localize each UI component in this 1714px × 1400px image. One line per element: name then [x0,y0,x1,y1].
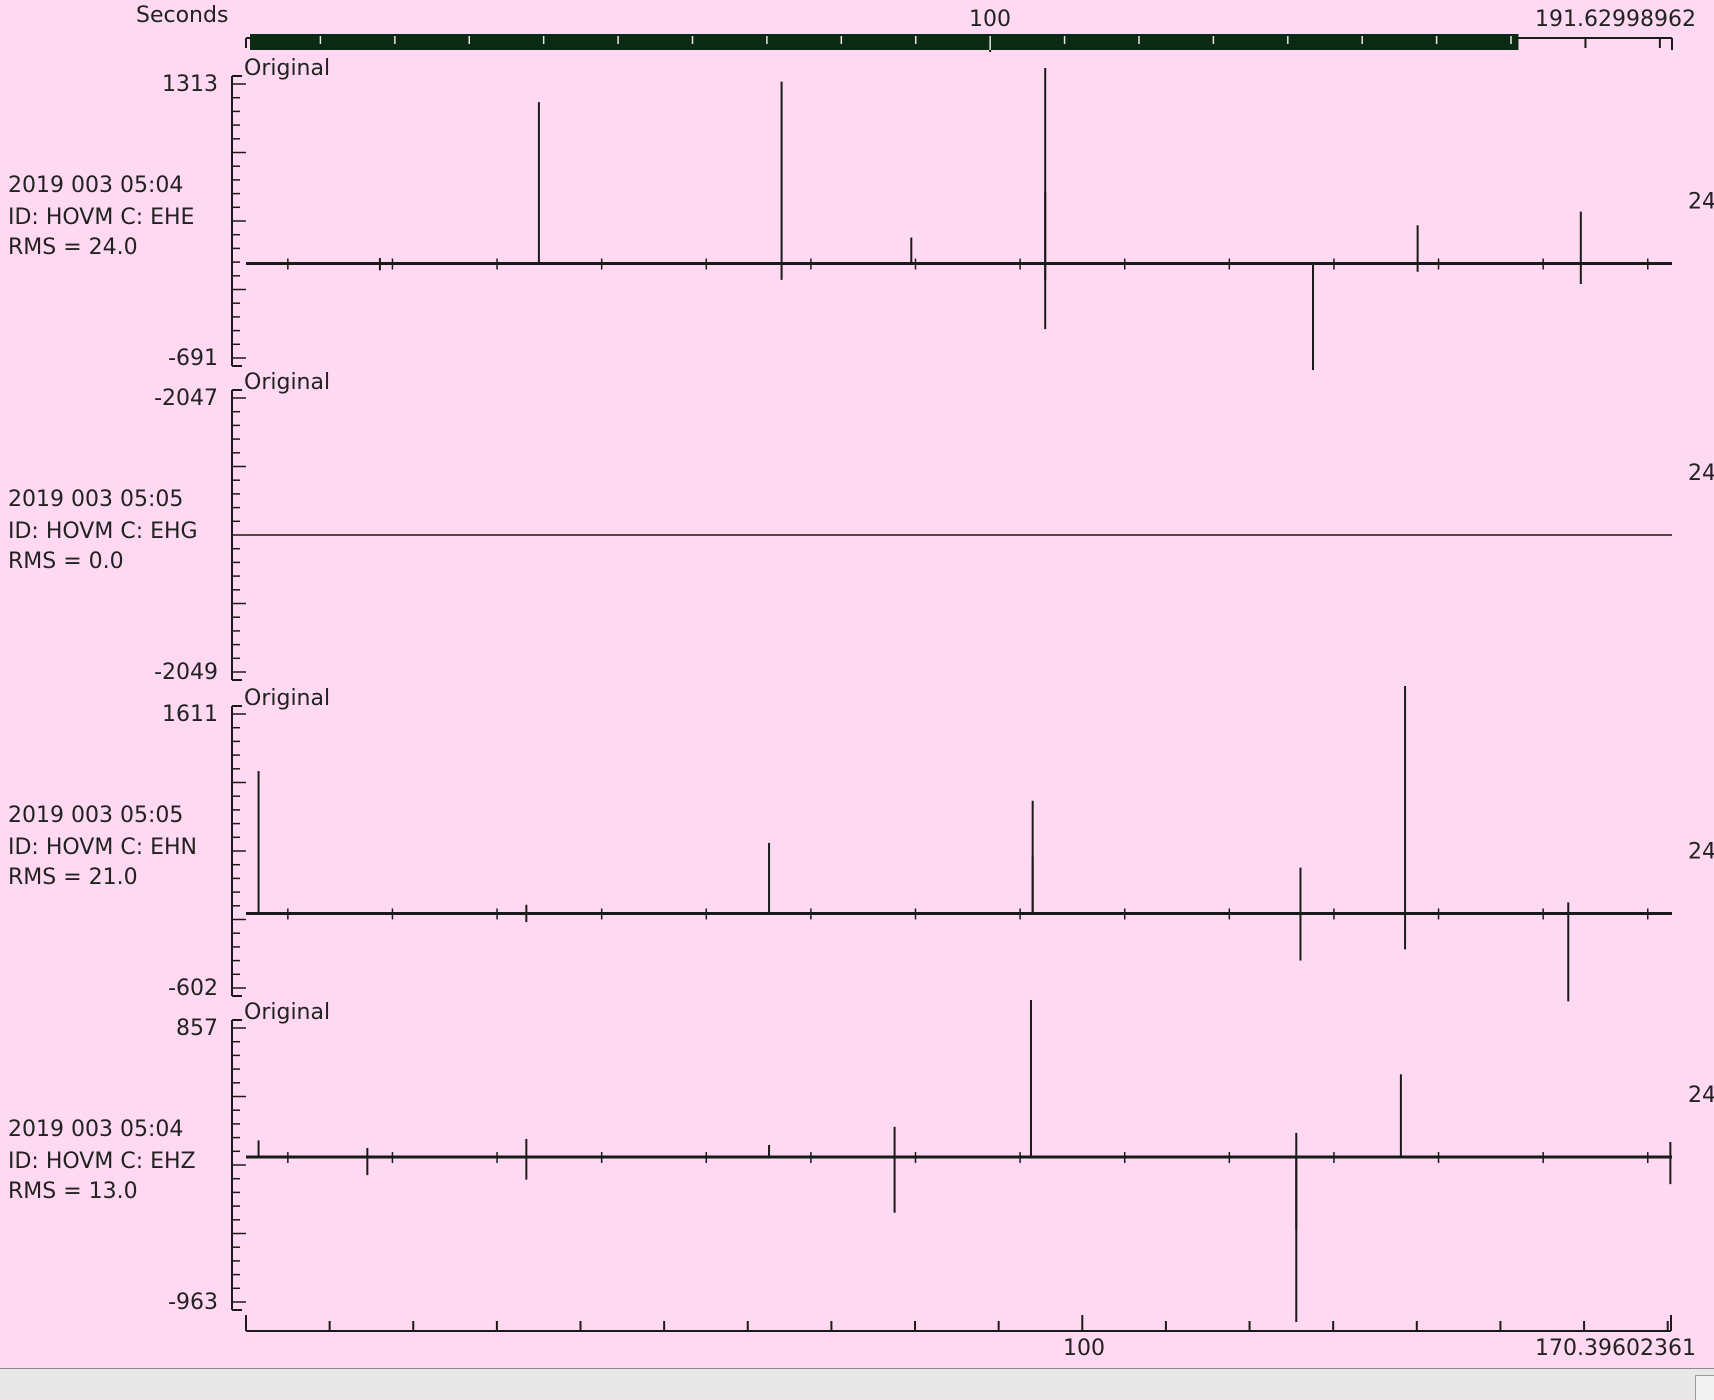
time-scrollbar-thumb[interactable] [250,34,1519,50]
status-bar [0,1368,1714,1400]
top-axis-end-label: 191.62998962 [1535,7,1696,32]
panel-label: Original [244,56,330,81]
top-axis-tick-label: 100 [969,7,1011,32]
info-rms: RMS = 24.0 [8,235,138,260]
info-station-id: ID: HOVM C: EHN [8,835,197,860]
trace-panel-4: Original 857 -963 2019 003 05:04 ID: HOVM C:… [8,1000,1714,1322]
y-max-label: 857 [176,1016,218,1041]
info-station-id: ID: HOVM C: EHE [8,205,194,230]
y-min-label: -2049 [154,660,218,685]
top-axis-unit-label: Seconds [136,3,228,28]
info-time: 2019 003 05:05 [8,803,183,828]
side-label: 24 [1688,190,1714,215]
y-min-label: -691 [168,346,218,371]
info-station-id: ID: HOVM C: EHG [8,519,198,544]
panel-label: Original [244,370,330,395]
trace-panel-3: Original 1611 -602 2019 003 05:05 ID: HOVM C… [8,686,1714,1002]
top-time-axis: Seconds 100 191.62998962 [136,3,1696,52]
panel-label: Original [244,686,330,711]
seismogram-plot: Seconds 100 191.62998962 Original 1313 -69… [8,3,1714,1361]
side-label: 24 [1688,1083,1714,1108]
info-time: 2019 003 05:05 [8,487,183,512]
y-max-label: 1313 [162,72,218,97]
bottom-axis-end-label: 170.39602361 [1535,1336,1696,1361]
y-max-label: 1611 [162,702,218,727]
side-label: 24 [1688,461,1714,486]
y-min-label: -963 [168,1290,218,1315]
info-rms: RMS = 13.0 [8,1179,138,1204]
info-rms: RMS = 0.0 [8,549,124,574]
bottom-axis-tick-label: 100 [1063,1336,1105,1361]
info-time: 2019 003 05:04 [8,173,183,198]
trace-panel-1: Original 1313 -691 2019 003 05:04 ID: HOVM C… [8,56,1714,371]
resize-grip-icon[interactable] [1695,1375,1714,1400]
side-label: 24 [1688,839,1714,864]
y-min-label: -602 [168,976,218,1001]
y-max-label: -2047 [154,386,218,411]
info-time: 2019 003 05:04 [8,1117,183,1142]
bottom-time-axis: 100 170.39602361 [245,1315,1696,1361]
trace-panel-2: Original -2047 -2049 2019 003 05:05 ID: HOVM… [8,370,1714,685]
panel-label: Original [244,1000,330,1025]
info-rms: RMS = 21.0 [8,865,138,890]
info-station-id: ID: HOVM C: EHZ [8,1149,196,1174]
